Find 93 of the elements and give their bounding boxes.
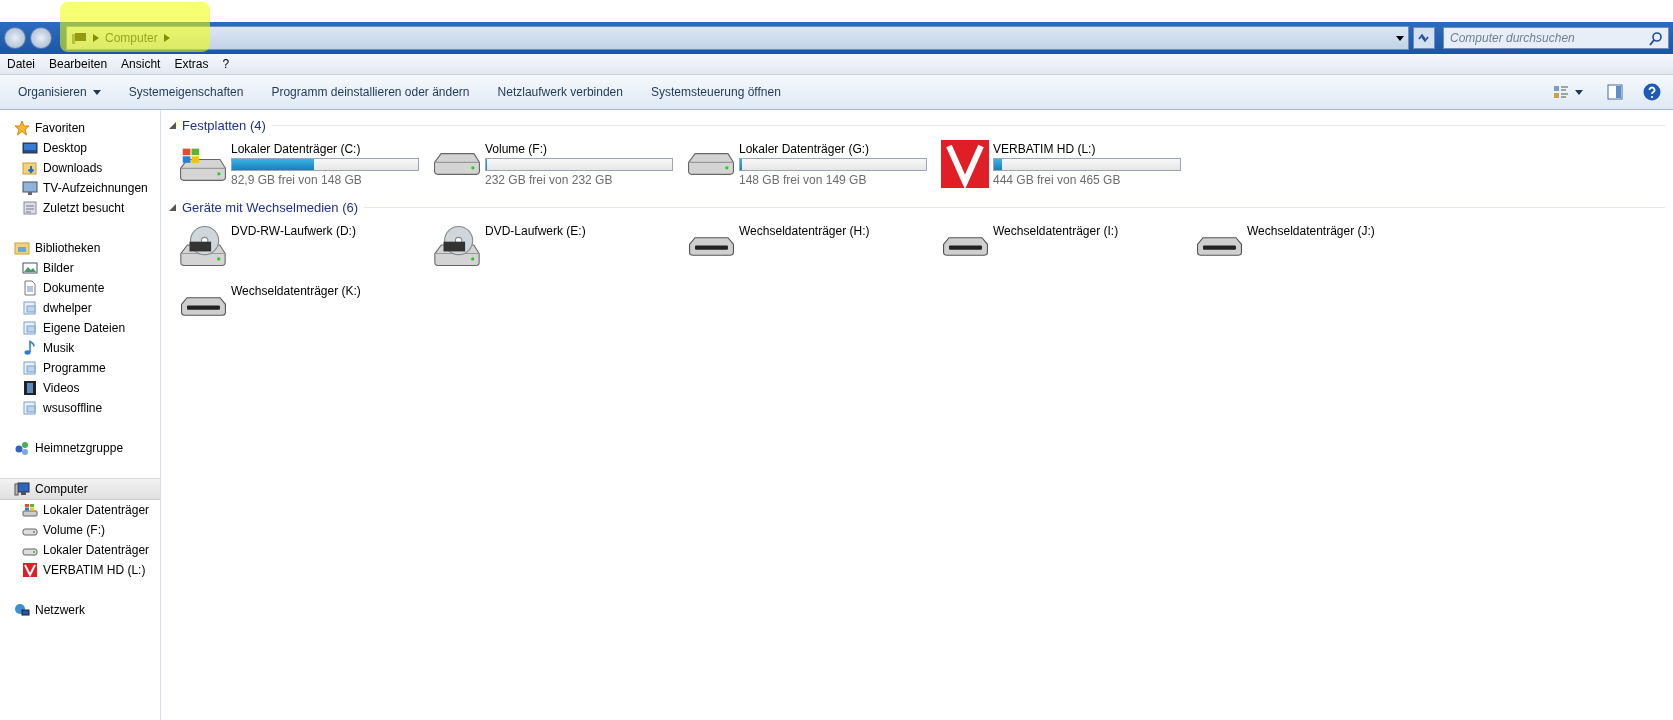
film-strip-icon (22, 380, 38, 396)
toolbar-button[interactable]: Systemsteuerung öffnen (636, 81, 795, 103)
sidebar-item[interactable]: Volume (F:) (0, 520, 160, 540)
sidebar-item[interactable]: Bilder (0, 258, 160, 278)
help-icon[interactable] (1643, 83, 1661, 101)
group-header: Geräte mit Wechselmedien (6) (182, 199, 359, 215)
sidebar-item[interactable]: Desktop (0, 138, 160, 158)
search-field[interactable]: Computer durchsuchen (1443, 27, 1669, 49)
drive-name[interactable]: Wechseldatenträger (I:) (993, 224, 1119, 238)
collapse-icon[interactable] (169, 203, 176, 211)
caret-icon[interactable] (92, 89, 101, 95)
hard-drive-icon (688, 153, 734, 175)
drive-name[interactable]: DVD-RW-Laufwerk (D:) (231, 224, 356, 238)
sidebar-item[interactable]: wsusoffline (0, 398, 160, 418)
free-space-text: 444 GB frei von 465 GB (993, 173, 1122, 187)
menu-item[interactable]: ? (215, 57, 237, 71)
sidebar-item[interactable]: Videos (0, 378, 160, 398)
removable-drive-icon (1196, 236, 1242, 256)
chevron-icon[interactable] (93, 34, 99, 42)
dvd-drive-icon (434, 226, 480, 266)
download-folder-icon (22, 160, 38, 176)
free-space-text: 232 GB frei von 232 GB (485, 173, 614, 187)
sidebar-item[interactable]: Heimnetzgruppe (0, 438, 160, 458)
search-icon[interactable] (1648, 31, 1664, 47)
menu-item[interactable]: Ansicht (114, 57, 168, 71)
back-button[interactable] (4, 27, 26, 49)
sidebar-item[interactable]: Downloads (0, 158, 160, 178)
sidebar-item[interactable]: Computer (0, 478, 160, 500)
sidebar-item[interactable]: Favoriten (0, 118, 160, 138)
drive-name[interactable]: Wechseldatenträger (J:) (1247, 224, 1375, 238)
toolbar-button[interactable]: Netzlaufwerk verbinden (483, 81, 637, 103)
toolbar-button[interactable]: Systemeigenschaften (114, 81, 258, 103)
drive-name[interactable]: Wechseldatenträger (H:) (739, 224, 870, 238)
computer-icon (71, 30, 87, 46)
v-logo-icon (941, 140, 989, 188)
sidebar-item[interactable]: Netzwerk (0, 600, 160, 620)
drive-name[interactable]: Wechseldatenträger (K:) (231, 284, 361, 298)
refresh-button[interactable] (1413, 27, 1435, 49)
menu-item[interactable]: Extras (167, 57, 216, 71)
sidebar-item[interactable]: TV-Aufzeichnungen (0, 178, 160, 198)
menu-item[interactable]: Datei (0, 57, 42, 71)
chevron-icon[interactable] (163, 34, 170, 42)
library-icon (22, 300, 38, 316)
library-icon (22, 320, 38, 336)
refresh-icon (1417, 31, 1431, 45)
hard-drive-icon (434, 153, 480, 175)
dropdown-icon[interactable] (1396, 35, 1404, 41)
sidebar-item[interactable]: dwhelper (0, 298, 160, 318)
homegroup-icon (14, 440, 30, 456)
library-icon (22, 400, 38, 416)
group-header: Festplatten (4) (182, 117, 266, 133)
drive-name[interactable]: Lokaler Datenträger (G:) (739, 142, 927, 156)
sidebar-item[interactable]: Eigene Dateien (0, 318, 160, 338)
forward-button[interactable] (30, 27, 52, 49)
free-space-text: 148 GB frei von 149 GB (739, 173, 868, 187)
monitor-icon (22, 180, 38, 196)
music-note-icon (22, 340, 38, 356)
sidebar-item[interactable]: Lokaler Datenträger (0, 500, 160, 520)
star-icon (14, 120, 30, 136)
v-logo-icon (22, 562, 38, 578)
windows-drive-icon (180, 147, 226, 181)
caret-icon[interactable] (1575, 89, 1583, 95)
library-icon (22, 360, 38, 376)
toolbar-button[interactable]: Programm deinstallieren oder ändern (257, 81, 484, 103)
sidebar-item[interactable]: Zuletzt besucht (0, 198, 160, 218)
removable-drive-icon (180, 296, 226, 316)
free-space-text: 82,9 GB frei von 148 GB (231, 173, 363, 187)
sidebar-item[interactable]: Lokaler Datenträger (0, 540, 160, 560)
library-folder-icon (14, 240, 30, 256)
drive-name[interactable]: Lokaler Datenträger (C:) (231, 142, 419, 156)
drive-name[interactable]: VERBATIM HD (L:) (993, 142, 1181, 156)
picture-icon (22, 260, 38, 276)
sidebar-item[interactable]: Musik (0, 338, 160, 358)
windows-drive-icon (22, 502, 38, 518)
toolbar-button[interactable]: Organisieren (4, 81, 115, 103)
desktop-icon (22, 140, 38, 156)
sidebar-item[interactable]: Dokumente (0, 278, 160, 298)
drive-name[interactable]: DVD-Laufwerk (E:) (485, 224, 586, 238)
view-options-icon[interactable] (1553, 84, 1569, 100)
preview-pane-icon[interactable] (1607, 84, 1623, 100)
dvd-drive-icon (180, 226, 226, 266)
menu-item[interactable]: Bearbeiten (42, 57, 115, 71)
removable-drive-icon (942, 236, 988, 256)
sidebar-item[interactable]: VERBATIM HD (L:) (0, 560, 160, 580)
network-icon (14, 602, 30, 618)
computer-icon (14, 481, 30, 497)
sidebar-item[interactable]: Programme (0, 358, 160, 378)
drive-name[interactable]: Volume (F:) (485, 142, 673, 156)
recent-places-icon (22, 200, 38, 216)
collapse-icon[interactable] (169, 121, 176, 129)
sidebar-item[interactable]: Bibliotheken (0, 238, 160, 258)
document-icon (22, 280, 38, 296)
removable-drive-icon (688, 236, 734, 256)
